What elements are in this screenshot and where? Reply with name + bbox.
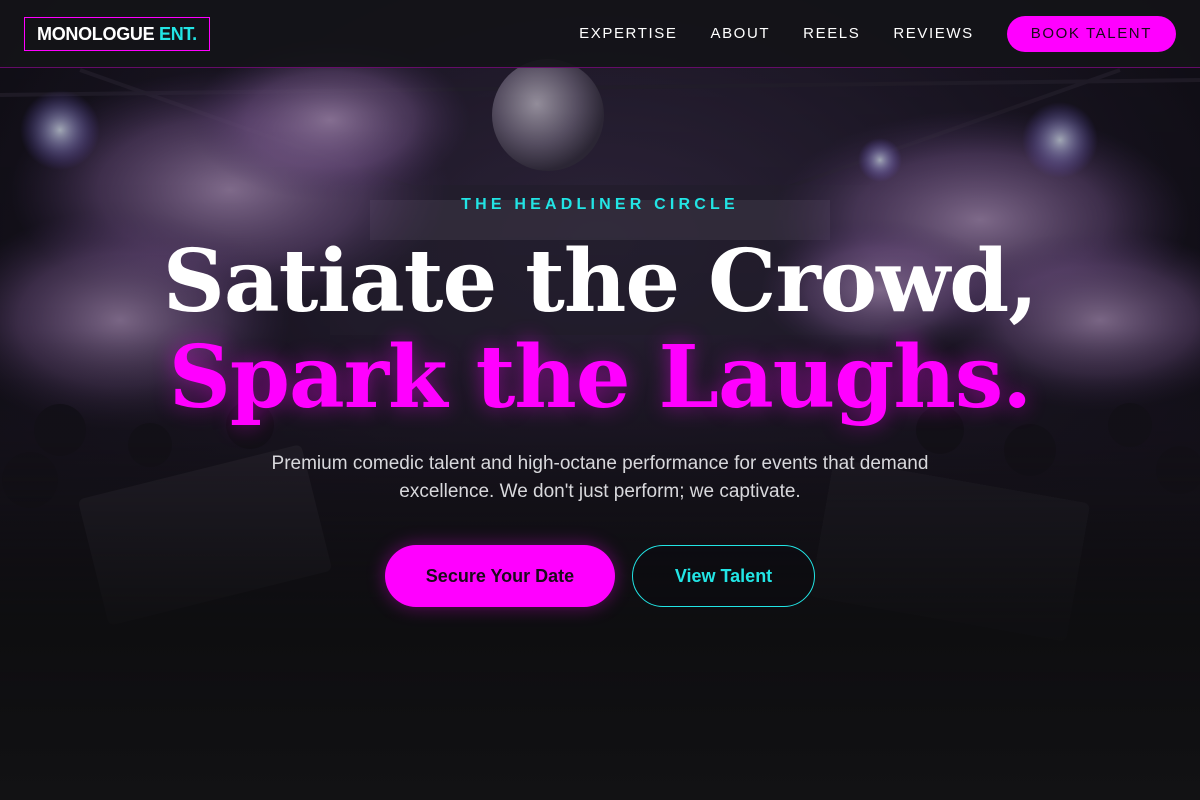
logo-accent-text: ENT. bbox=[159, 23, 197, 44]
landing-page: MONOLOGUE ENT. EXPERTISE ABOUT REELS REV… bbox=[0, 0, 1200, 800]
hero-eyebrow: THE HEADLINER CIRCLE bbox=[461, 196, 739, 213]
brand-logo[interactable]: MONOLOGUE ENT. bbox=[24, 16, 210, 51]
nav-link-reviews[interactable]: REVIEWS bbox=[893, 25, 973, 42]
hero-headline-line2: Spark the Laughs. bbox=[168, 327, 1032, 428]
book-talent-button[interactable]: BOOK TALENT bbox=[1006, 15, 1176, 52]
hero-headline: Satiate the Crowd, Spark the Laughs. bbox=[0, 234, 1200, 426]
logo-text: MONOLOGUE bbox=[37, 23, 155, 44]
hero-button-row: Secure Your Date View Talent bbox=[0, 545, 1200, 607]
secure-your-date-button[interactable]: Secure Your Date bbox=[385, 545, 615, 607]
view-talent-button[interactable]: View Talent bbox=[632, 545, 815, 607]
site-header: MONOLOGUE ENT. EXPERTISE ABOUT REELS REV… bbox=[0, 0, 1200, 68]
nav-link-reels[interactable]: REELS bbox=[803, 25, 860, 42]
hero-headline-line1: Satiate the Crowd, bbox=[162, 231, 1038, 332]
nav-link-expertise[interactable]: EXPERTISE bbox=[579, 25, 677, 42]
nav-link-about[interactable]: ABOUT bbox=[710, 25, 770, 42]
main-nav: EXPERTISE ABOUT REELS REVIEWS BOOK TALEN… bbox=[546, 15, 1176, 52]
hero-subcopy: Premium comedic talent and high-octane p… bbox=[271, 453, 929, 502]
